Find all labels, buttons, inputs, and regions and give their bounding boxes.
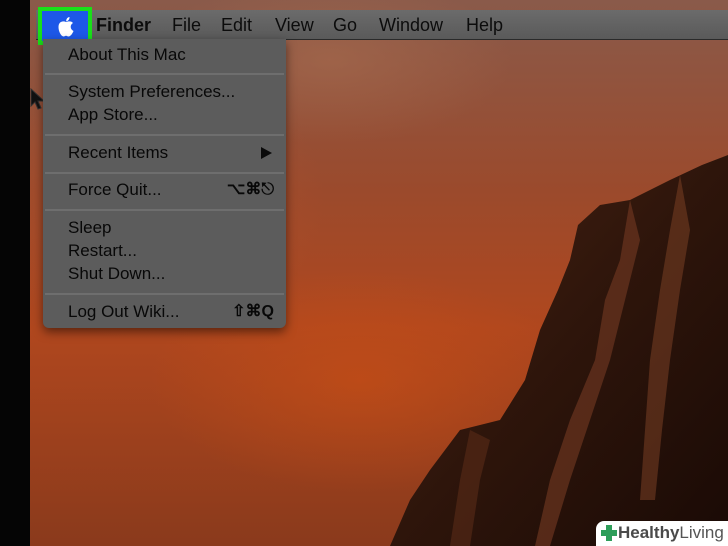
menu-bar: Finder File Edit View Go Window Help xyxy=(36,10,728,40)
menu-go[interactable]: Go xyxy=(333,13,357,37)
menu-separator xyxy=(45,209,284,211)
menu-separator xyxy=(45,73,284,75)
menu-file[interactable]: File xyxy=(172,13,201,37)
menu-item-log-out[interactable]: Log Out Wiki... xyxy=(68,301,179,323)
watermark-text: HealthyLiving xyxy=(618,523,724,543)
menu-finder[interactable]: Finder xyxy=(96,13,151,37)
menu-item-shut-down[interactable]: Shut Down... xyxy=(68,263,165,285)
watermark-brand-light: Living xyxy=(679,523,724,542)
log-out-shortcut: ⇧⌘Q xyxy=(232,303,274,320)
green-cross-icon xyxy=(601,525,617,541)
menu-view[interactable]: View xyxy=(275,13,314,37)
apple-dropdown-menu: About This Mac System Preferences... App… xyxy=(43,39,286,328)
left-dark-strip xyxy=(0,0,30,546)
menu-item-system-preferences[interactable]: System Preferences... xyxy=(68,81,235,103)
menu-edit[interactable]: Edit xyxy=(221,13,252,37)
submenu-arrow-icon xyxy=(261,147,272,159)
menu-separator xyxy=(45,134,284,136)
force-quit-shortcut: ⌥⌘⎋ xyxy=(226,181,274,198)
watermark-logo: HealthyLiving xyxy=(596,521,728,546)
menu-item-force-quit[interactable]: Force Quit... xyxy=(68,179,162,201)
menu-separator xyxy=(45,293,284,295)
menu-item-about-this-mac[interactable]: About This Mac xyxy=(68,44,186,66)
menu-item-restart[interactable]: Restart... xyxy=(68,240,137,262)
menu-help[interactable]: Help xyxy=(466,13,503,37)
watermark-brand-bold: Healthy xyxy=(618,523,680,542)
apple-logo-icon xyxy=(58,17,74,37)
menu-window[interactable]: Window xyxy=(379,13,443,37)
menu-item-app-store[interactable]: App Store... xyxy=(68,104,158,126)
menu-item-recent-items[interactable]: Recent Items xyxy=(68,142,168,164)
menu-separator xyxy=(45,172,284,174)
menu-item-sleep[interactable]: Sleep xyxy=(68,217,111,239)
